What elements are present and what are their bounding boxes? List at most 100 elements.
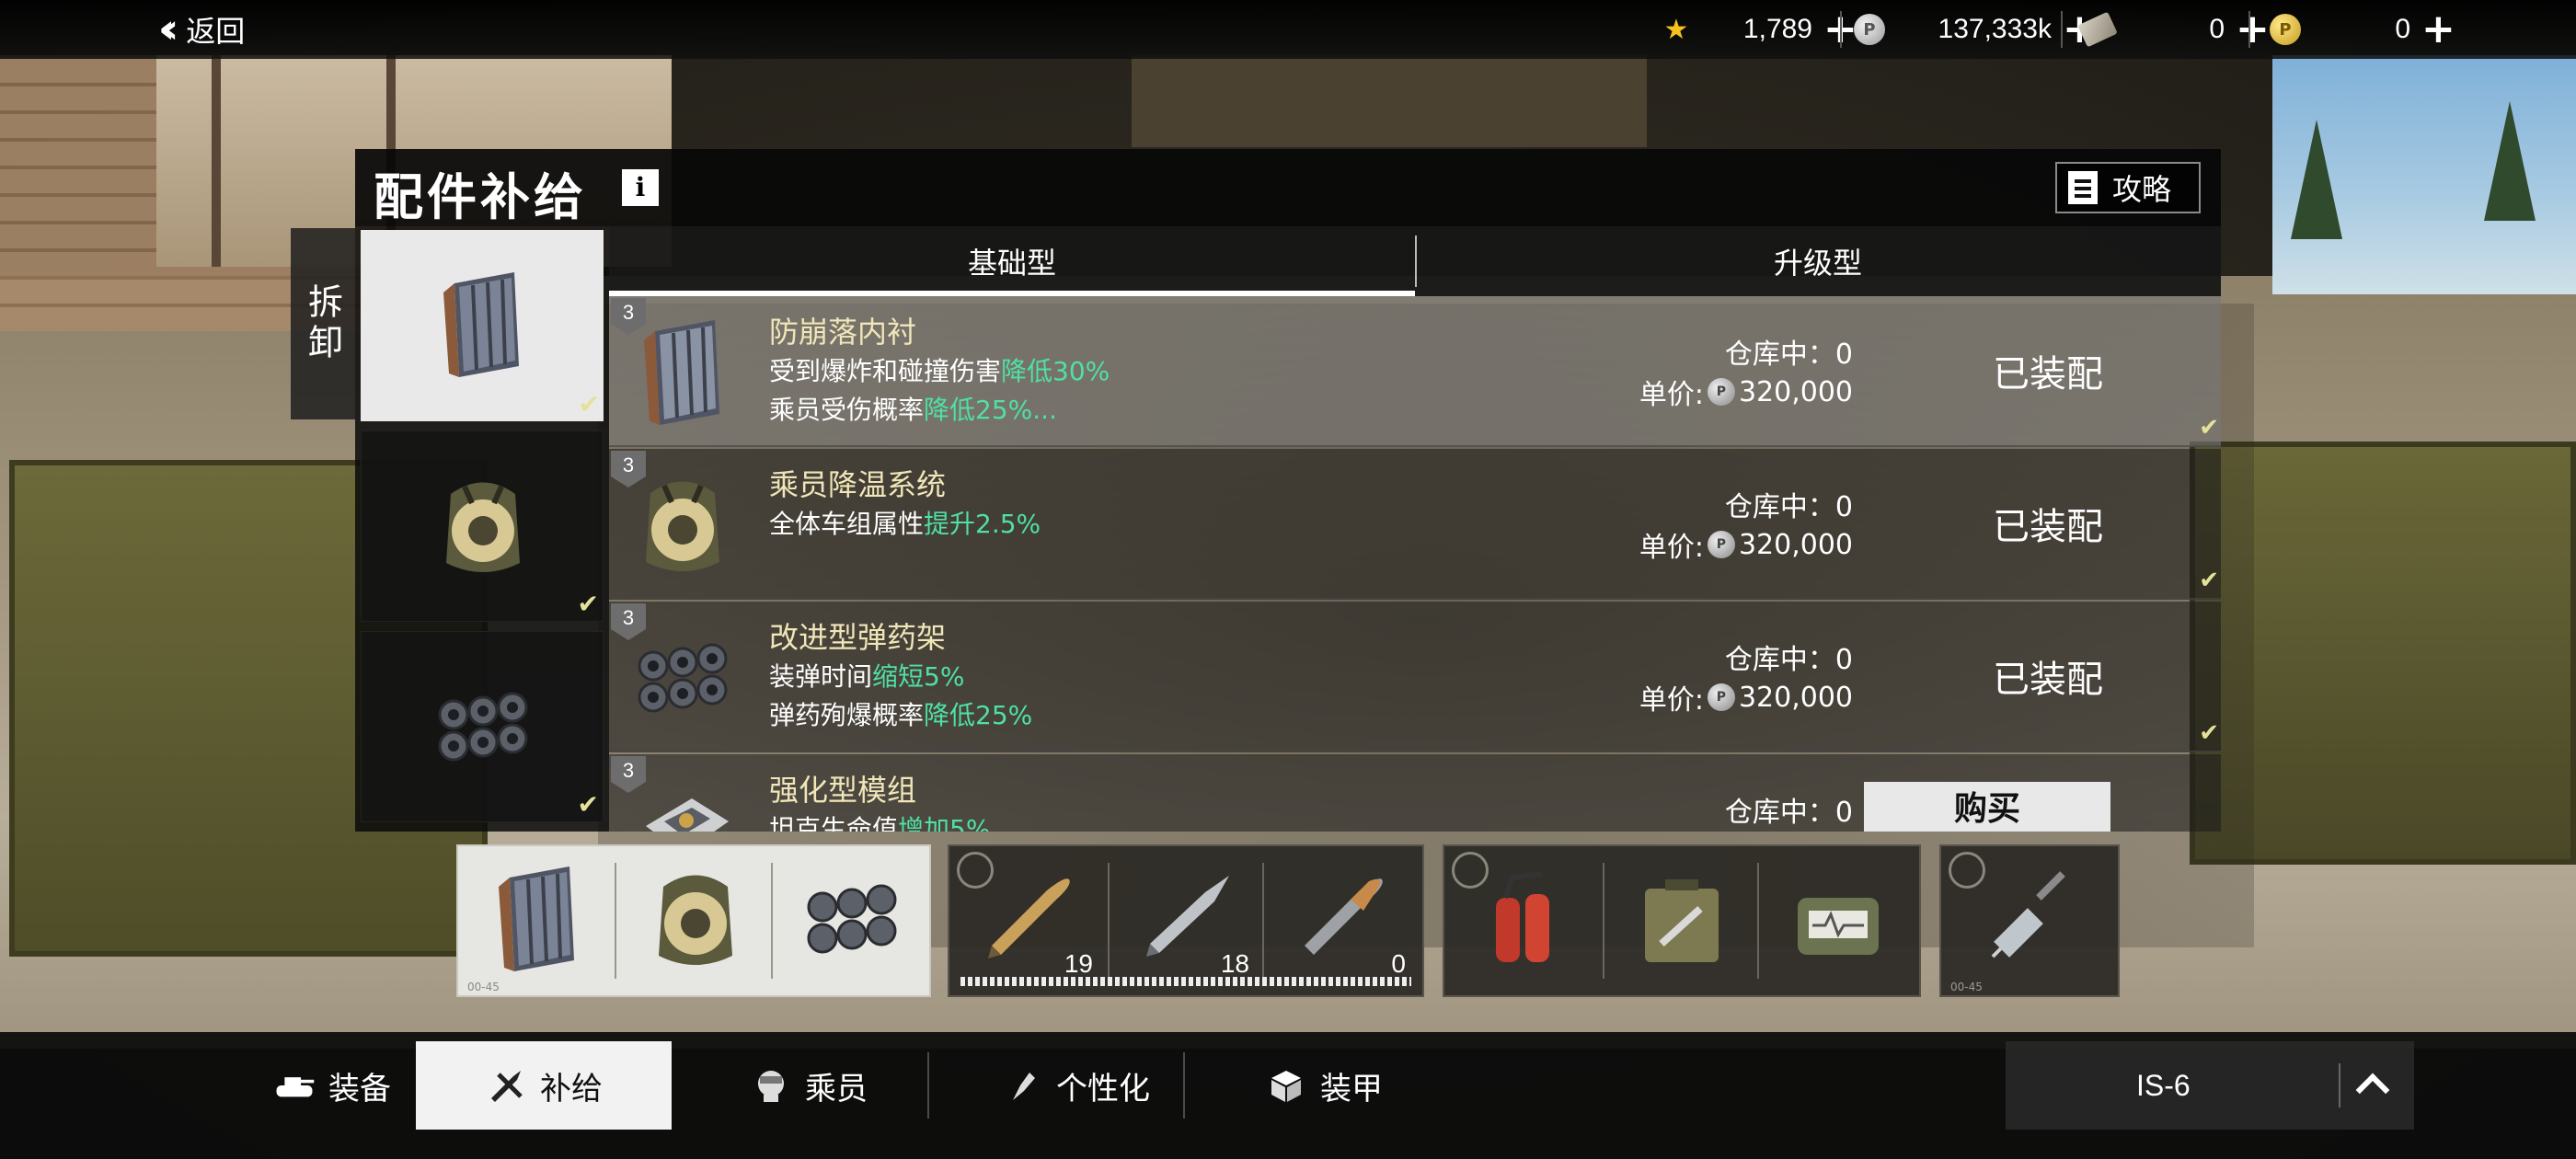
ammo-rack-icon (807, 884, 897, 954)
equipped-check-icon: ✔ (2199, 414, 2219, 442)
silver-coin-icon: P (1707, 378, 1735, 406)
slot-ammo-rack[interactable]: ✔ (361, 631, 604, 822)
list-item[interactable]: 3 防崩落内衬 受到爆炸和碰撞伤害降低30% 乘员受伤概率降低25%... 仓库… (609, 296, 2221, 447)
crew-cooling-vest-icon (646, 481, 719, 571)
dismantle-label: 拆卸 (302, 283, 343, 364)
strip-slot-ammo-rack[interactable] (776, 855, 926, 984)
divider (927, 1052, 929, 1119)
nav-label: 个性化 (1056, 1070, 1150, 1107)
divider (1262, 863, 1264, 979)
tab-basic[interactable]: 基础型 (609, 226, 1415, 296)
item-description: 弹药殉爆概率降低25% (769, 700, 1033, 730)
divider (771, 863, 773, 979)
adrenaline-syringe-icon (1991, 871, 2065, 958)
strip-tag: 00-45 (467, 981, 500, 993)
top-bar: ‹‹ 返回 ★ 1,789 + P 137,333k + 0 + P 0 + (0, 0, 2576, 59)
list-item[interactable]: 3 乘员降温系统 全体车组属性提升2.5% 仓库中：0 单价: P 320,000 … (609, 449, 2221, 600)
spall-liner-icon (499, 866, 574, 971)
strip-slot-lining[interactable] (462, 855, 611, 984)
ammo-count: 19 (1064, 949, 1093, 978)
equipped-check-icon: ✔ (577, 789, 599, 820)
currency-value: 0 (2395, 14, 2410, 44)
ammo-slot[interactable]: 19 (955, 855, 1104, 984)
divider (615, 863, 616, 979)
nav-crew[interactable]: 乘员 (681, 1041, 937, 1130)
currency-value: 137,333k (1938, 14, 2052, 44)
add-tickets-button[interactable]: + (2236, 9, 2270, 50)
double-chevron-left-icon: ‹‹ (158, 6, 179, 52)
slot-cooling[interactable]: ✔ (361, 430, 604, 622)
nav-supply[interactable]: 补给 (416, 1041, 672, 1130)
equipped-check-icon: ✔ (2199, 567, 2219, 594)
item-description: 装弹时间缩短5% (769, 661, 965, 692)
info-button[interactable]: i (622, 169, 659, 206)
item-description: 坦克生命值增加5% (769, 814, 991, 832)
star-icon: ★ (1663, 13, 1689, 46)
strip-slot-cooling[interactable] (620, 855, 769, 984)
divider (1108, 863, 1110, 979)
guide-label: 攻略 (2112, 172, 2172, 207)
crew-cooling-vest-icon (659, 875, 732, 965)
equipped-accessories-strip: 00-45 (456, 844, 931, 997)
slot-lining[interactable]: ✔ (361, 230, 604, 421)
nav-label: 装甲 (1320, 1070, 1383, 1107)
back-label: 返回 (186, 14, 246, 49)
nav-armor[interactable]: 装甲 (1196, 1041, 1452, 1130)
equipped-check-icon: ✔ (577, 589, 599, 619)
nav-label: 装备 (328, 1070, 391, 1107)
gold-coin-icon: P (2269, 13, 2302, 46)
ammo-count: 18 (1220, 949, 1249, 978)
item-name: 改进型弹药架 (769, 620, 947, 655)
tank-selector[interactable]: IS-6 (2006, 1041, 2414, 1130)
chevron-up-icon[interactable] (2350, 1063, 2398, 1107)
ticket-icon (2077, 11, 2118, 48)
ammo-slot[interactable]: 0 (1268, 855, 1417, 984)
equipped-status: 已装配 (1993, 353, 2103, 396)
list-item[interactable]: 3 改进型弹药架 装弹时间缩短5% 弹药殉爆概率降低25% 仓库中：0 单价: P… (609, 602, 2221, 752)
equipped-check-icon: ✔ (2199, 719, 2219, 747)
ammo-count: 0 (1391, 949, 1406, 978)
ammo-rack-icon (638, 643, 728, 713)
ammo-slot[interactable]: 18 (1111, 855, 1260, 984)
equipment-slot-column: ✔ ✔ ✔ (355, 226, 609, 832)
currency-gold: P 0 + (2269, 0, 2455, 59)
consumable-slot[interactable] (1450, 855, 1599, 984)
page-title: 配件补给 (374, 168, 587, 226)
stock-count: 仓库中：0 (1724, 491, 1853, 523)
supply-icon (485, 1067, 527, 1104)
tank-name: IS-6 (2136, 1068, 2191, 1102)
guide-button[interactable]: 攻略 (2055, 162, 2201, 213)
item-name: 防崩落内衬 (769, 315, 917, 350)
tab-label: 升级型 (1773, 246, 1862, 281)
bottom-navigation: 装备 补给 乘员 个性化 装甲 IS-6 (0, 1032, 2576, 1159)
ammo-strip: 19 18 0 (948, 844, 1424, 997)
divider (2339, 1063, 2340, 1107)
nav-label: 补给 (540, 1070, 603, 1107)
strip-tag: 00-45 (1950, 981, 1983, 993)
item-description: 受到爆炸和碰撞伤害降低30% (769, 356, 1110, 386)
consumable-slot[interactable] (1763, 855, 1912, 984)
panel-header: 配件补给 i 攻略 (355, 149, 2221, 226)
tab-upgraded[interactable]: 升级型 (1415, 226, 2221, 296)
first-aid-kit-icon (1798, 898, 1879, 955)
buy-button[interactable]: 购买 (1864, 782, 2110, 832)
back-button[interactable]: ‹‹ 返回 (158, 7, 245, 52)
ammo-rack-icon (438, 692, 528, 762)
consumable-slot[interactable] (1606, 855, 1755, 984)
item-list: 3 防崩落内衬 受到爆炸和碰撞伤害降低30% 乘员受伤概率降低25%... 仓库… (609, 296, 2221, 832)
divider (2061, 11, 2063, 48)
unit-price: 单价: P 320,000 (1639, 528, 1853, 565)
consumable-slot[interactable] (1956, 855, 2105, 984)
dismantle-button[interactable]: 拆卸 (291, 228, 355, 419)
list-item[interactable]: 3 强化型模组 坦克生命值增加5% 仓库中：0 购买 (609, 754, 2221, 832)
currency-tickets: 0 + (2077, 0, 2270, 59)
stock-count: 仓库中：0 (1724, 797, 1853, 829)
tab-label: 基础型 (967, 246, 1056, 281)
background-poster (1132, 55, 1647, 147)
special-consumable-strip: 00-45 (1939, 844, 2120, 997)
nav-personalize[interactable]: 个性化 (948, 1041, 1203, 1130)
add-gold-button[interactable]: + (2421, 9, 2455, 50)
divider (1840, 11, 1842, 48)
equipped-status: 已装配 (1993, 506, 2103, 548)
currency-stars: ★ 1,789 + (1660, 0, 1857, 59)
